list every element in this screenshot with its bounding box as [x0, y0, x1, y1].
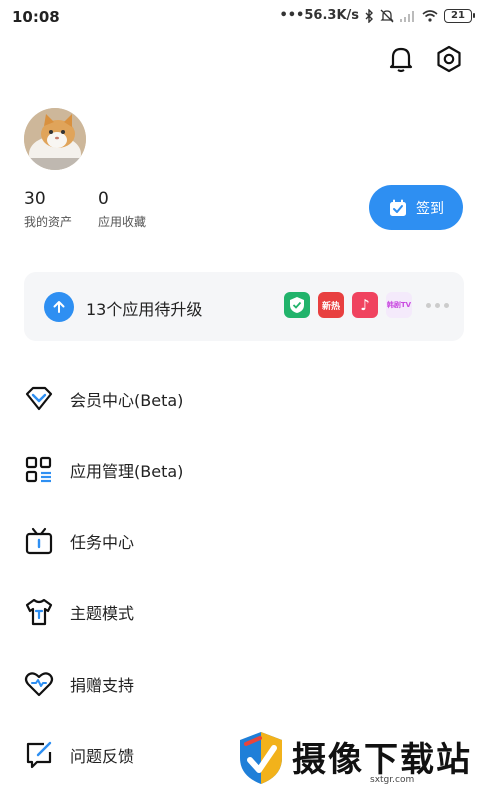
- wifi-icon: [422, 9, 438, 22]
- status-indicators: •••56.3K/s 21: [279, 8, 475, 23]
- news-app-icon: 新热: [318, 292, 344, 318]
- tiktok-app-icon: ♪: [352, 292, 378, 318]
- menu-label: 主题模式: [70, 604, 135, 623]
- watermark-logo-icon: [240, 732, 282, 784]
- menu-label: 会员中心(Beta): [70, 391, 184, 410]
- network-speed: •••56.3K/s: [279, 8, 359, 23]
- menu-item-donate[interactable]: 捐赠支持: [22, 664, 322, 704]
- favorites-label: 应用收藏: [98, 215, 147, 229]
- upgrade-app-icons: 新热 ♪ 韩剧TV: [284, 292, 449, 318]
- watermark: 摄像下载站 sxtgr.com: [232, 728, 478, 788]
- upgrade-text: 13个应用待升级: [86, 300, 203, 319]
- signal-icon: [400, 10, 416, 22]
- diamond-icon: [22, 382, 56, 416]
- notification-bell-button[interactable]: [386, 44, 416, 74]
- battery-indicator: 21: [444, 8, 475, 23]
- checkin-label: 签到: [416, 200, 444, 217]
- bell-icon: [389, 47, 413, 73]
- tv-app-icon: 韩剧TV: [386, 292, 412, 318]
- shield-app-icon: [284, 292, 310, 318]
- menu-item-task-center[interactable]: 任务中心: [22, 521, 322, 561]
- gift-box-icon: [22, 524, 56, 558]
- feedback-edit-icon: [22, 738, 56, 772]
- menu-item-app-management[interactable]: 应用管理(Beta): [22, 450, 322, 490]
- tshirt-icon: [22, 595, 56, 629]
- cat-avatar-image: [24, 108, 86, 170]
- assets-stat[interactable]: 30 我的资产: [24, 189, 72, 230]
- favorites-stat[interactable]: 0 应用收藏: [98, 189, 146, 230]
- more-dots-icon: [426, 302, 449, 308]
- upload-arrow-icon: [44, 292, 74, 322]
- watermark-title: 摄像下载站: [292, 740, 472, 780]
- avatar[interactable]: [24, 108, 86, 170]
- hexagon-settings-icon: [437, 45, 461, 73]
- calendar-check-icon: [390, 199, 406, 216]
- app-upgrade-card[interactable]: 13个应用待升级 新热 ♪ 韩剧TV: [24, 272, 464, 341]
- heart-icon: [22, 667, 56, 701]
- menu-label: 应用管理(Beta): [70, 462, 184, 481]
- status-time: 10:08: [12, 8, 60, 26]
- menu-label: 任务中心: [70, 533, 135, 552]
- menu-item-vip-center[interactable]: 会员中心(Beta): [22, 379, 322, 419]
- apps-grid-icon: [22, 453, 56, 487]
- menu-label: 捐赠支持: [70, 676, 135, 695]
- settings-button[interactable]: [434, 44, 464, 74]
- checkin-button[interactable]: 签到: [369, 185, 463, 230]
- assets-label: 我的资产: [24, 215, 73, 229]
- mute-bell-icon: [380, 9, 394, 23]
- bluetooth-icon: [365, 8, 374, 23]
- watermark-url: sxtgr.com: [370, 775, 415, 785]
- menu-label: 问题反馈: [70, 747, 135, 766]
- assets-count: 30: [24, 189, 46, 209]
- menu-item-theme-mode[interactable]: 主题模式: [22, 592, 322, 632]
- status-bar: 10:08 •••56.3K/s 21: [0, 0, 482, 34]
- favorites-count: 0: [98, 189, 109, 209]
